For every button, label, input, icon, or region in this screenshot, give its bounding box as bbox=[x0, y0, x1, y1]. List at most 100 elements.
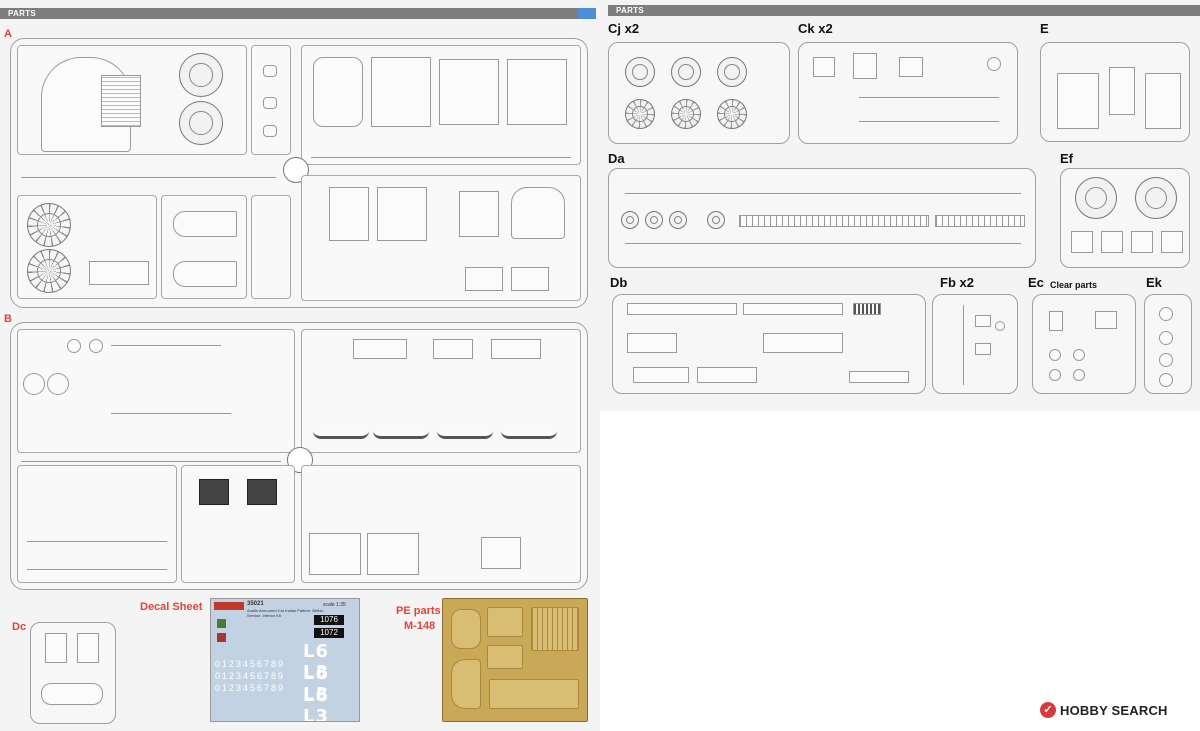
ec-window bbox=[1095, 311, 1117, 329]
sprue-runner bbox=[21, 177, 276, 178]
wheel-hub-part bbox=[47, 373, 69, 395]
db-part bbox=[697, 367, 757, 383]
armor-panel bbox=[313, 57, 363, 127]
fan-ring-top bbox=[179, 53, 223, 97]
pe-part bbox=[451, 659, 481, 709]
e-part bbox=[1057, 73, 1099, 129]
sprue-ef-label: Ef bbox=[1060, 151, 1073, 166]
pe-part bbox=[489, 679, 579, 709]
sprue-ec-frame bbox=[1032, 294, 1136, 394]
sprue-runner bbox=[311, 157, 571, 158]
fb-part bbox=[975, 343, 991, 355]
dc-part bbox=[41, 683, 103, 705]
ek-part bbox=[1159, 307, 1173, 321]
road-wheel bbox=[625, 57, 655, 87]
da-runner bbox=[625, 193, 1021, 194]
sprue-ek-frame bbox=[1144, 294, 1192, 394]
fender-part bbox=[173, 261, 237, 287]
ec-lens bbox=[1073, 369, 1085, 381]
fb-rod bbox=[963, 305, 964, 385]
hatch-panel bbox=[459, 191, 499, 237]
turret-front bbox=[511, 187, 565, 239]
ek-part bbox=[1159, 353, 1173, 367]
sprue-da-frame bbox=[608, 168, 1036, 268]
ef-part bbox=[1161, 231, 1183, 253]
box-part bbox=[433, 339, 473, 359]
pe-parts-title: PE parts bbox=[396, 605, 441, 617]
fender-part bbox=[173, 211, 237, 237]
sprue-a-label: A bbox=[4, 28, 12, 40]
fitting-part bbox=[263, 125, 277, 137]
radiator-frame bbox=[89, 261, 149, 285]
tool-part bbox=[481, 537, 521, 569]
hobby-search-watermark: HOBBY SEARCH bbox=[1060, 703, 1168, 718]
spoked-wheel bbox=[27, 249, 71, 293]
armor-panel bbox=[371, 57, 431, 127]
sprue-fb-frame bbox=[932, 294, 1018, 394]
sprue-db-label: Db bbox=[610, 275, 628, 290]
dc-part bbox=[77, 633, 99, 663]
db-part bbox=[849, 371, 909, 383]
decal-roundel bbox=[217, 619, 226, 628]
db-part bbox=[627, 333, 677, 353]
panel-part bbox=[309, 533, 361, 575]
ef-part bbox=[1071, 231, 1093, 253]
left-page: PARTS A B Dc Decal Sheet 35021 scale 1:3… bbox=[0, 0, 600, 731]
bracket-part bbox=[511, 267, 549, 291]
fitting-part bbox=[263, 65, 277, 77]
leaf-spring bbox=[437, 431, 493, 439]
road-wheel bbox=[625, 99, 655, 129]
da-round-part bbox=[645, 211, 663, 229]
road-wheel bbox=[717, 57, 747, 87]
sprue-e-label: E bbox=[1040, 21, 1049, 36]
armor-panel bbox=[507, 59, 567, 125]
da-round-part bbox=[621, 211, 639, 229]
sprue-fb-label: Fb x2 bbox=[940, 275, 974, 290]
pe-part bbox=[451, 609, 481, 649]
door-panel bbox=[329, 187, 369, 241]
seat-cushion bbox=[199, 479, 229, 505]
sprue-runner bbox=[21, 461, 281, 462]
sprue-b-frame bbox=[10, 322, 588, 590]
road-wheel bbox=[671, 57, 701, 87]
ec-lens bbox=[1049, 369, 1061, 381]
roof-panel bbox=[377, 187, 427, 241]
axle-part bbox=[111, 345, 221, 346]
sprue-a-mid-section bbox=[251, 195, 291, 299]
sprue-ck-frame bbox=[798, 42, 1018, 144]
sprue-b-lower-left bbox=[17, 465, 177, 583]
ck-rod bbox=[859, 97, 999, 98]
leaf-spring bbox=[373, 431, 429, 439]
pe-parts-code: M-148 bbox=[404, 620, 436, 632]
road-wheel bbox=[717, 99, 747, 129]
ef-ring bbox=[1075, 177, 1117, 219]
chassis-rail bbox=[27, 541, 167, 542]
header-accent-stripe bbox=[578, 8, 596, 19]
dc-part bbox=[45, 633, 67, 663]
sprue-da-label: Da bbox=[608, 151, 625, 166]
ck-round-part bbox=[987, 57, 1001, 71]
da-round-part bbox=[707, 211, 725, 229]
decal-brand-strip bbox=[214, 602, 244, 610]
spoked-wheel bbox=[27, 203, 71, 247]
pe-part bbox=[487, 645, 523, 669]
sprue-db-frame bbox=[612, 294, 926, 394]
armor-panel bbox=[439, 59, 499, 125]
ek-part bbox=[1159, 331, 1173, 345]
da-track-part bbox=[739, 215, 929, 227]
bracket-part bbox=[465, 267, 503, 291]
decal-sheet-code: 35021 bbox=[247, 601, 264, 607]
decal-markings-large: L6 L3 bbox=[303, 685, 329, 722]
chassis-rail bbox=[27, 569, 167, 570]
decal-roundel bbox=[217, 633, 226, 642]
sprue-cj-frame bbox=[608, 42, 790, 144]
sprue-a-frame bbox=[10, 38, 588, 308]
decal-serial-a: 1076 bbox=[314, 615, 344, 625]
fb-part bbox=[995, 321, 1005, 331]
decal-serial-b: 1072 bbox=[314, 628, 344, 638]
ef-ring bbox=[1135, 177, 1177, 219]
sprue-b-label: B bbox=[4, 313, 12, 325]
left-page-header: PARTS bbox=[0, 8, 586, 19]
fb-part bbox=[975, 315, 991, 327]
ck-part bbox=[813, 57, 835, 77]
